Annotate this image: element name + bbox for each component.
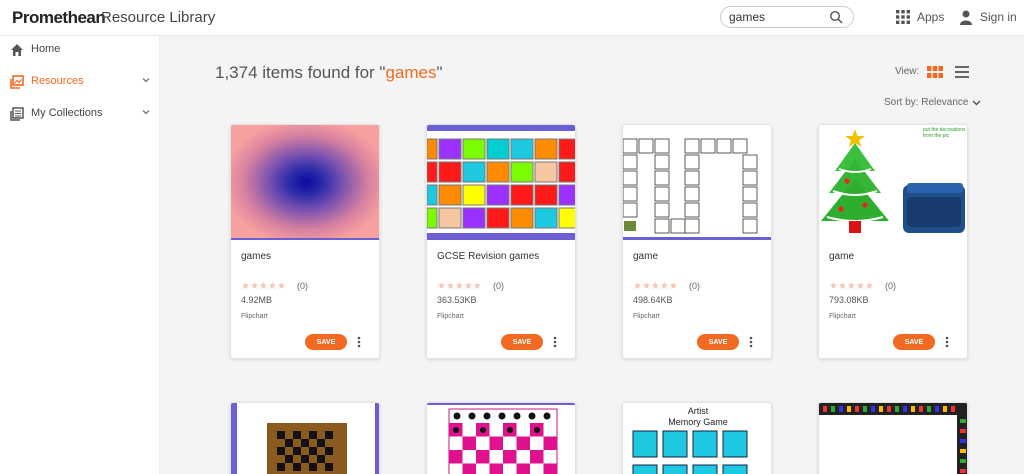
chevron-down-icon[interactable] [142, 108, 150, 116]
resource-thumbnail[interactable] [819, 403, 968, 474]
sidebar-item-label: Home [31, 43, 61, 55]
card-title[interactable]: game [633, 251, 658, 262]
file-size: 498.64KB [633, 295, 673, 305]
color-grid-thumbnail [427, 125, 575, 239]
file-size: 4.92MB [241, 295, 273, 305]
board-path-thumbnail [623, 138, 771, 239]
rating-count: (0) [689, 281, 700, 291]
resource-thumbnail[interactable] [819, 125, 967, 239]
sidebar-item-home[interactable]: Home [0, 36, 160, 68]
rating-stars: ★★★★★ [241, 281, 286, 292]
resource-card[interactable] [818, 402, 968, 474]
resource-card[interactable]: games ★★★★★ (0) 4.92MB Flipchart SAVE [230, 124, 380, 359]
rating-stars: ★★★★★ [437, 281, 482, 292]
resource-card[interactable] [230, 402, 380, 474]
apps-label: Apps [917, 10, 945, 24]
chevron-down-icon[interactable] [972, 98, 981, 107]
collections-icon [10, 107, 24, 121]
resource-card[interactable]: game ★★★★★ (0) 498.64KB Flipchart SAVE [622, 124, 772, 359]
rating-count: (0) [297, 281, 308, 291]
resources-icon [10, 75, 24, 89]
chevron-down-icon[interactable] [142, 76, 150, 84]
thumbnail-title: Memory Game [668, 417, 728, 427]
card-title[interactable]: game [829, 251, 854, 262]
card-accent-bar [231, 238, 379, 240]
apps-grid-icon [896, 10, 910, 24]
resource-type: Flipchart [633, 313, 660, 320]
view-label: View: [895, 66, 920, 77]
resource-card[interactable]: Artist Memory Game [622, 402, 772, 474]
user-icon [960, 10, 972, 25]
search-input[interactable] [729, 9, 825, 25]
resource-type: Flipchart [437, 313, 464, 320]
save-button[interactable]: SAVE [305, 334, 347, 350]
card-title[interactable]: GCSE Revision games [437, 251, 539, 262]
thumbnail-title: Artist [687, 406, 709, 416]
thumbnail-note: put the decorations from the pic [923, 127, 966, 139]
file-size: 793.08KB [829, 295, 869, 305]
more-options-icon[interactable] [749, 336, 753, 348]
sidebar-item-my-collections[interactable]: My Collections [0, 100, 160, 132]
resource-thumbnail[interactable] [623, 125, 771, 239]
results-heading: 1,374 items found for "games" [215, 63, 443, 82]
search-box[interactable] [720, 6, 854, 28]
resource-thumbnail[interactable] [427, 125, 575, 239]
save-button[interactable]: SAVE [893, 334, 935, 350]
sidebar: Home Resources My Collections [0, 36, 160, 474]
rating-count: (0) [885, 281, 896, 291]
rating-stars: ★★★★★ [633, 281, 678, 292]
save-button[interactable]: SAVE [697, 334, 739, 350]
resource-thumbnail[interactable] [427, 403, 576, 474]
card-accent-bar [623, 238, 771, 240]
sidebar-item-resources[interactable]: Resources [0, 68, 160, 100]
resource-card[interactable]: put the decorations from the pic game ★★… [818, 124, 968, 359]
resource-type: Flipchart [829, 313, 856, 320]
sort-dropdown[interactable]: Sort by: Relevance [884, 97, 969, 108]
results-query: games [385, 63, 437, 82]
search-icon[interactable] [829, 10, 843, 24]
sidebar-item-label: My Collections [31, 107, 103, 119]
sidebar-item-label: Resources [31, 75, 84, 87]
more-options-icon[interactable] [553, 336, 557, 348]
rating-stars: ★★★★★ [829, 281, 874, 292]
more-options-icon[interactable] [357, 336, 361, 348]
app-title: Resource Library [101, 9, 216, 26]
main-content: 1,374 items found for "games" View: Sort… [160, 36, 1024, 474]
sign-in-label: Sign in [980, 10, 1017, 24]
home-icon [11, 44, 23, 56]
top-header: Promethean Resource Library Apps Sign in [0, 0, 1024, 36]
resource-card[interactable] [426, 402, 576, 474]
christmas-tree-thumbnail [821, 129, 965, 233]
rating-count: (0) [493, 281, 504, 291]
resource-thumbnail[interactable] [231, 125, 379, 239]
more-options-icon[interactable] [945, 336, 949, 348]
file-size: 363.53KB [437, 295, 477, 305]
card-title[interactable]: games [241, 251, 271, 262]
grid-view-icon[interactable] [927, 66, 943, 78]
brand-logo[interactable]: Promethean [12, 8, 106, 28]
card-accent-bar [427, 238, 575, 240]
list-view-icon[interactable] [955, 66, 969, 78]
resource-card[interactable]: GCSE Revision games ★★★★★ (0) 363.53KB F… [426, 124, 576, 359]
save-button[interactable]: SAVE [501, 334, 543, 350]
resource-type: Flipchart [241, 313, 268, 320]
resource-thumbnail[interactable] [231, 403, 380, 474]
